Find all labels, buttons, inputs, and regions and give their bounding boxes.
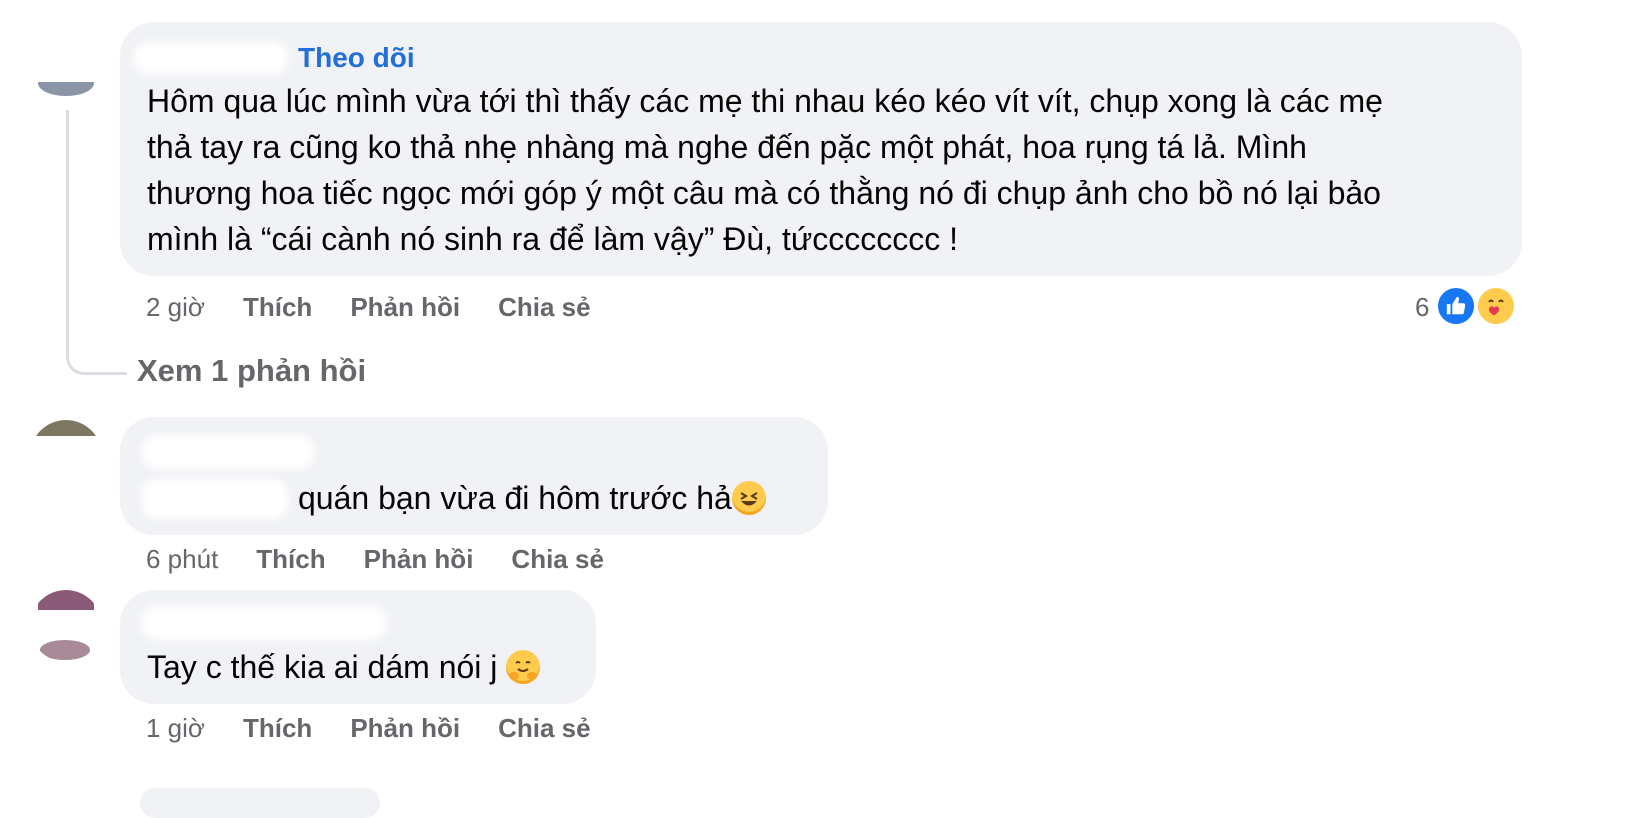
comment-text-line: mình là “cái cành nó sinh ra để làm vậy”… [147,221,959,257]
hugging-emoji-icon [506,650,541,684]
redacted-mention [142,479,288,519]
comment-text-line: thả tay ra cũng ko thả nhẹ nhàng mà nghe… [147,129,1307,165]
comment-actions: 2 giờ Thích Phản hồi Chia sẻ [146,292,629,323]
comment-text: quán bạn vừa đi hôm trước hả [298,475,766,521]
avatar[interactable] [30,420,102,492]
comment-timestamp[interactable]: 1 giờ [146,713,205,744]
comment-text: Tay c thế kia ai dám nói j [147,644,541,690]
like-button[interactable]: Thích [243,713,312,744]
share-button[interactable]: Chia sẻ [498,292,591,323]
redacted-author-name [134,42,288,74]
comment-bubble: Theo dõi Hôm qua lúc mình vừa tới thì th… [120,22,1522,276]
comment-bubble: Tay c thế kia ai dám nói j [120,590,596,704]
reaction-summary[interactable]: 6 [1412,286,1518,330]
comment-actions: 1 giờ Thích Phản hồi Chia sẻ [146,713,629,744]
comment-bubble-partial [140,788,380,818]
reply-button[interactable]: Phản hồi [350,713,460,744]
like-button[interactable]: Thích [256,544,325,575]
laughing-emoji-icon [731,481,766,515]
share-button[interactable]: Chia sẻ [498,713,591,744]
comment-text-line: Hôm qua lúc mình vừa tới thì thấy các mẹ… [147,83,1383,119]
care-icon [1476,286,1516,326]
like-button[interactable]: Thích [243,292,312,323]
comment-text-content: Tay c thế kia ai dám nói j [147,649,498,685]
avatar[interactable] [30,30,102,102]
thread-line [66,110,127,375]
comment-timestamp[interactable]: 2 giờ [146,292,205,323]
like-icon [1436,286,1476,326]
reply-button[interactable]: Phản hồi [364,544,474,575]
reaction-count: 6 [1415,292,1430,322]
comment-text-line: thương hoa tiếc ngọc mới góp ý một câu m… [147,175,1381,211]
view-replies-link[interactable]: Xem 1 phản hồi [137,353,366,389]
comment-timestamp[interactable]: 6 phút [146,544,218,575]
avatar[interactable] [30,590,102,662]
share-button[interactable]: Chia sẻ [511,544,604,575]
follow-button[interactable]: Theo dõi [298,42,415,74]
redacted-author-name [142,606,386,640]
comment-actions: 6 phút Thích Phản hồi Chia sẻ [146,544,642,575]
comment-bubble: quán bạn vừa đi hôm trước hả [120,417,828,535]
comment-text-content: quán bạn vừa đi hôm trước hả [298,480,732,516]
reply-button[interactable]: Phản hồi [350,292,460,323]
redacted-author-name [142,435,314,469]
